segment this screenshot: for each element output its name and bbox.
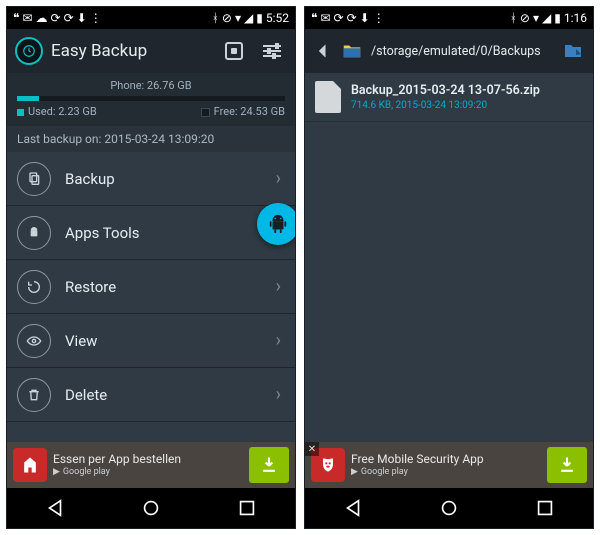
storage-bar-used: [17, 96, 39, 101]
last-backup-label: Last backup on: 2015-03-24 13:09:20: [7, 126, 295, 152]
battery-icon: ▮: [554, 12, 561, 24]
path-text: /storage/emulated/0/Backups: [371, 44, 553, 59]
download-icon: ⬇: [360, 12, 370, 24]
status-bar: ❝ ✉ ☁ ⟳ ⟳ ⬇ ⋮ ᚼ ⊘ ▾ ◢ ▮ 5:52: [7, 7, 295, 29]
menu-icon: ⋮: [373, 12, 385, 24]
signal-icon: ◢: [244, 12, 253, 24]
status-bar: ❝ ✉ ⟳ ⟳ ⬇ ⋮ ᚼ ⊘ ▾ ◢ ▮ 1:16: [305, 7, 593, 29]
ad-text: Essen per App bestellen ▶Google play: [53, 452, 243, 477]
ad-close-button[interactable]: ✕: [305, 442, 319, 456]
back-icon[interactable]: [313, 41, 333, 61]
ad-store: Google play: [63, 467, 110, 478]
sync-icon: ⟳: [64, 12, 74, 24]
app-title: Easy Backup: [51, 41, 211, 61]
menu-list: Backup › Apps Tools › Restore › View › D…: [7, 152, 295, 442]
file-name: Backup_2015-03-24 13-07-56.zip: [351, 83, 540, 98]
ad-download-button[interactable]: [249, 447, 289, 483]
chevron-right-icon: ›: [276, 168, 281, 189]
no-sim-icon: ⊘: [222, 12, 232, 24]
chevron-right-icon: ›: [276, 330, 281, 351]
storage-bar: [17, 96, 285, 101]
status-notification-icons: ❝ ✉ ⟳ ⟳ ⬇ ⋮: [311, 12, 385, 24]
nav-back-button[interactable]: [44, 497, 66, 519]
nav-home-button[interactable]: [438, 497, 460, 519]
nav-home-button[interactable]: [140, 497, 162, 519]
ad-text: Free Mobile Security App ▶Google play: [351, 452, 541, 477]
nav-bar: [7, 488, 295, 528]
ad-title: Free Mobile Security App: [351, 452, 541, 466]
nav-bar: [305, 488, 593, 528]
chevron-right-icon: ›: [276, 276, 281, 297]
storage-used-label: Used: 2.23 GB: [17, 105, 97, 118]
file-row[interactable]: Backup_2015-03-24 13-07-56.zip 714.6 KB,…: [305, 73, 593, 122]
path-bar: /storage/emulated/0/Backups: [305, 29, 593, 73]
ad-title: Essen per App bestellen: [53, 452, 243, 466]
folder-icon: [341, 40, 363, 62]
stop-button[interactable]: [219, 36, 249, 66]
bluetooth-icon: ᚼ: [212, 12, 219, 24]
hangouts-icon: ❝: [311, 12, 317, 24]
app-logo-icon: [15, 37, 43, 65]
storage-free-label: Free: 24.53 GB: [201, 105, 285, 118]
chevron-right-icon: ›: [276, 384, 281, 405]
ad-banner[interactable]: ✕ Free Mobile Security App ▶Google play: [305, 442, 593, 488]
play-icon: ▶: [53, 467, 60, 478]
bluetooth-icon: ᚼ: [510, 12, 517, 24]
file-meta: 714.6 KB, 2015-03-24 13:09:20: [351, 100, 540, 111]
menu-item-apps-tools[interactable]: Apps Tools ›: [7, 206, 295, 260]
play-icon: ▶: [351, 467, 358, 478]
sync-icon: ⟳: [334, 12, 344, 24]
storage-total: Phone: 26.76 GB: [17, 79, 285, 92]
eye-icon: [17, 324, 51, 358]
ad-store: Google play: [361, 467, 408, 478]
nav-recent-button[interactable]: [236, 497, 258, 519]
status-system-icons: ᚼ ⊘ ▾ ◢ ▮ 1:16: [510, 12, 587, 24]
empty-area: [305, 122, 593, 442]
mail-icon: ✉: [22, 12, 32, 24]
folder-action-icon[interactable]: [561, 39, 585, 63]
phone-right: ❝ ✉ ⟳ ⟳ ⬇ ⋮ ᚼ ⊘ ▾ ◢ ▮ 1:16 /storage/emul…: [304, 6, 594, 529]
mail-icon: ✉: [320, 12, 330, 24]
status-notification-icons: ❝ ✉ ☁ ⟳ ⟳ ⬇ ⋮: [13, 12, 102, 24]
no-sim-icon: ⊘: [520, 12, 530, 24]
phone-left: ❝ ✉ ☁ ⟳ ⟳ ⬇ ⋮ ᚼ ⊘ ▾ ◢ ▮ 5:52 Easy Backup…: [6, 6, 296, 529]
menu-label: Delete: [65, 386, 276, 404]
menu-item-delete[interactable]: Delete ›: [7, 368, 295, 422]
sync-icon: ⟳: [51, 12, 61, 24]
battery-icon: ▮: [256, 12, 263, 24]
nav-back-button[interactable]: [342, 497, 364, 519]
android-fab-button[interactable]: [257, 203, 296, 245]
wifi-icon: ▾: [235, 12, 241, 24]
clock: 1:16: [564, 12, 587, 24]
menu-label: Restore: [65, 278, 276, 296]
trash-icon: [17, 378, 51, 412]
menu-label: Apps Tools: [65, 224, 276, 242]
ad-banner[interactable]: Essen per App bestellen ▶Google play: [7, 442, 295, 488]
file-icon: [315, 81, 341, 113]
storage-info: Phone: 26.76 GB Used: 2.23 GB Free: 24.5…: [7, 73, 295, 126]
clock: 5:52: [266, 12, 289, 24]
download-icon: ⬇: [77, 12, 87, 24]
restore-icon: [17, 270, 51, 304]
status-system-icons: ᚼ ⊘ ▾ ◢ ▮ 5:52: [212, 12, 289, 24]
sync-icon: ⟳: [347, 12, 357, 24]
app-bar: Easy Backup: [7, 29, 295, 73]
ad-download-button[interactable]: [547, 447, 587, 483]
android-icon: [17, 216, 51, 250]
menu-item-view[interactable]: View ›: [7, 314, 295, 368]
menu-label: View: [65, 332, 276, 350]
menu-label: Backup: [65, 170, 276, 188]
settings-sliders-button[interactable]: [257, 36, 287, 66]
nav-recent-button[interactable]: [534, 497, 556, 519]
menu-icon: ⋮: [90, 12, 102, 24]
ad-app-icon: [13, 448, 47, 482]
menu-item-restore[interactable]: Restore ›: [7, 260, 295, 314]
backup-icon: [17, 162, 51, 196]
cloud-icon: ☁: [36, 12, 48, 24]
signal-icon: ◢: [542, 12, 551, 24]
hangouts-icon: ❝: [13, 12, 19, 24]
wifi-icon: ▾: [533, 12, 539, 24]
menu-item-backup[interactable]: Backup ›: [7, 152, 295, 206]
